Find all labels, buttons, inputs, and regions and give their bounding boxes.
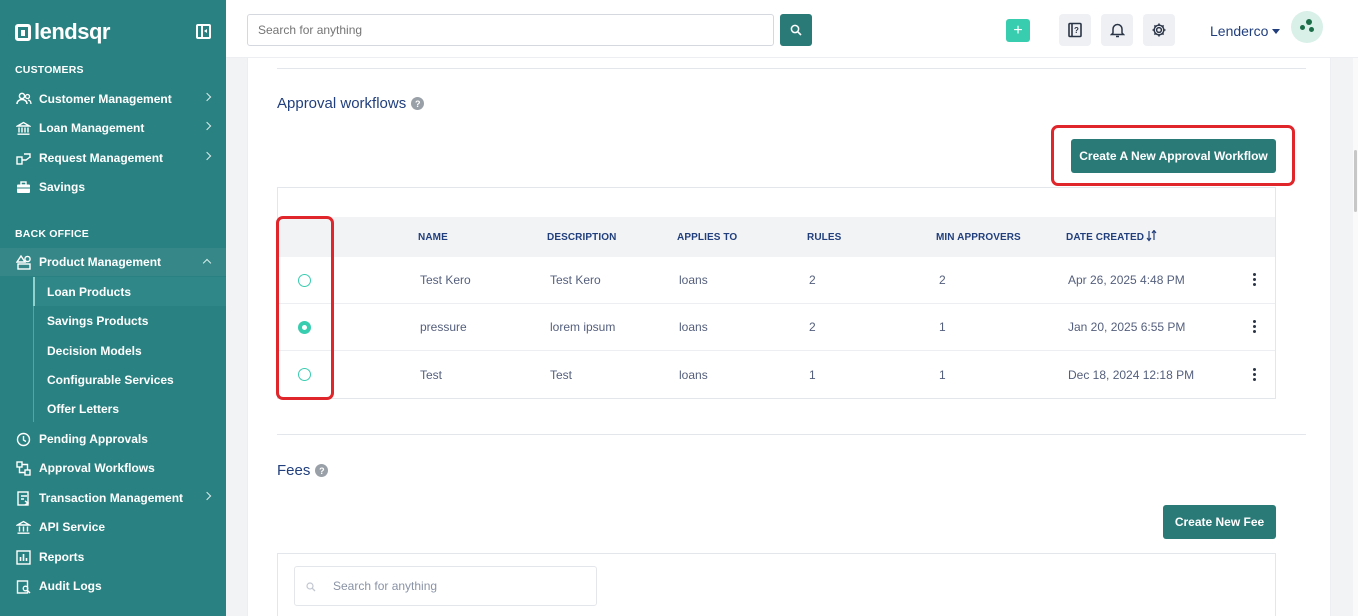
sidebar-item-label: Customer Management xyxy=(39,92,172,106)
section-title: Approval workflows xyxy=(277,95,407,112)
add-button[interactable]: + xyxy=(1006,19,1030,42)
logo-icon xyxy=(15,23,31,41)
cell-min-approvers: 1 xyxy=(939,368,946,382)
approval-workflows-heading: Approval workflows ? xyxy=(277,95,425,112)
column-header-date-created[interactable]: DATE CREATED xyxy=(1066,232,1144,243)
users-icon xyxy=(15,91,32,107)
user-name[interactable]: Lenderco xyxy=(1210,23,1268,39)
sidebar-item-loan-management[interactable]: Loan Management xyxy=(0,114,226,142)
avatar[interactable] xyxy=(1291,11,1323,43)
cell-rules: 2 xyxy=(809,320,816,334)
product-icon xyxy=(15,254,32,270)
cell-applies-to: loans xyxy=(679,320,708,334)
fees-heading: Fees ? xyxy=(277,462,329,479)
briefcase-icon xyxy=(15,179,32,195)
cell-description: Test xyxy=(550,368,573,382)
search-button[interactable] xyxy=(780,14,812,46)
bank-icon xyxy=(15,120,32,136)
help-icon[interactable]: ? xyxy=(411,97,425,110)
section-divider xyxy=(277,434,1306,435)
sidebar-item-label: Product Management xyxy=(39,255,162,269)
search-icon xyxy=(790,24,802,36)
more-options-icon[interactable] xyxy=(1253,320,1256,333)
cell-min-approvers: 2 xyxy=(939,273,946,287)
sidebar-item-savings[interactable]: Savings xyxy=(0,173,226,201)
column-header-name: NAME xyxy=(418,232,448,243)
fees-table: Search for anything xyxy=(277,553,1276,616)
sort-icon[interactable] xyxy=(1146,230,1157,242)
highlight-box-create-button xyxy=(1051,125,1295,186)
sidebar-item-label: Request Management xyxy=(39,151,164,165)
cell-min-approvers: 1 xyxy=(939,320,946,334)
cell-rules: 1 xyxy=(809,368,816,382)
gear-icon xyxy=(1152,23,1166,37)
sidebar-subitem-offer-letters[interactable]: Offer Letters xyxy=(33,394,226,423)
sidebar-subitem-decision-models[interactable]: Decision Models xyxy=(33,336,226,365)
cell-date-created: Apr 26, 2025 4:48 PM xyxy=(1068,273,1185,287)
sidebar-item-label: Savings xyxy=(39,180,86,194)
help-book-button[interactable]: ? xyxy=(1059,14,1091,46)
help-icon[interactable]: ? xyxy=(315,464,329,477)
highlight-box-select-column xyxy=(276,216,334,400)
cell-applies-to: loans xyxy=(679,368,708,382)
more-options-icon[interactable] xyxy=(1253,368,1256,381)
svg-text:?: ? xyxy=(1074,26,1079,35)
cell-name: Test Kero xyxy=(420,273,471,287)
chevron-right-icon xyxy=(202,92,212,102)
sidebar-subitem-loan-products[interactable]: Loan Products xyxy=(33,277,226,306)
cell-description: Test Kero xyxy=(550,273,601,287)
caret-down-icon[interactable] xyxy=(1272,29,1280,34)
settings-button[interactable] xyxy=(1143,14,1175,46)
cell-applies-to: loans xyxy=(679,273,708,287)
bell-icon xyxy=(1109,23,1125,38)
section-title: Fees xyxy=(277,462,311,479)
sidebar-item-product-management[interactable]: Product Management xyxy=(0,248,226,276)
search-icon xyxy=(306,582,316,592)
table-row[interactable]: Test Kero Test Kero loans 2 2 Apr 26, 20… xyxy=(278,257,1275,304)
table-row[interactable]: pressure lorem ipsum loans 2 1 Jan 20, 2… xyxy=(278,304,1275,351)
sidebar-item-customer-management[interactable]: Customer Management xyxy=(0,85,226,113)
product-submenu: Loan Products Savings Products Decision … xyxy=(33,277,226,422)
cell-name: Test xyxy=(420,368,443,382)
fees-search-input[interactable]: Search for anything xyxy=(294,566,597,606)
column-header-rules: RULES xyxy=(807,232,842,243)
column-header-description: DESCRIPTION xyxy=(547,232,617,243)
section-divider xyxy=(277,68,1306,69)
page-scrollbar[interactable] xyxy=(1353,58,1358,616)
top-bar: + ? Lenderco xyxy=(226,0,1358,58)
notifications-button[interactable] xyxy=(1101,14,1133,46)
brand-logo[interactable]: lendsqr xyxy=(15,19,110,45)
cell-date-created: Jan 20, 2025 6:55 PM xyxy=(1068,320,1186,334)
cell-rules: 2 xyxy=(809,273,816,287)
request-icon xyxy=(15,150,32,166)
section-back-office: BACK OFFICE xyxy=(15,228,89,240)
sidebar-subitem-configurable-services[interactable]: Configurable Services xyxy=(33,365,226,394)
table-row[interactable]: Test Test loans 1 1 Dec 18, 2024 12:18 P… xyxy=(278,351,1275,398)
sidebar-subitem-savings-products[interactable]: Savings Products xyxy=(33,306,226,335)
approval-workflows-table: NAME DESCRIPTION APPLIES TO RULES MIN AP… xyxy=(277,187,1276,399)
more-options-icon[interactable] xyxy=(1253,273,1256,286)
brand-name: lendsqr xyxy=(34,19,110,44)
sidebar-collapse-icon[interactable] xyxy=(196,24,211,39)
help-book-icon: ? xyxy=(1068,22,1082,38)
sidebar-item-request-management[interactable]: Request Management xyxy=(0,144,226,172)
cell-name: pressure xyxy=(420,320,467,334)
chevron-up-icon xyxy=(202,258,212,268)
global-search-input[interactable] xyxy=(247,14,774,46)
create-new-fee-button[interactable]: Create New Fee xyxy=(1163,505,1276,539)
sidebar-item-label: Loan Management xyxy=(39,121,145,135)
cell-description: lorem ipsum xyxy=(550,320,616,334)
chevron-right-icon xyxy=(202,121,212,131)
column-header-applies-to: APPLIES TO xyxy=(677,232,738,243)
section-customers: CUSTOMERS xyxy=(15,64,84,76)
cell-date-created: Dec 18, 2024 12:18 PM xyxy=(1068,368,1195,382)
chevron-right-icon xyxy=(202,151,212,161)
scrollbar-thumb[interactable] xyxy=(1354,150,1357,212)
column-header-min-approvers: MIN APPROVERS xyxy=(936,232,1021,243)
